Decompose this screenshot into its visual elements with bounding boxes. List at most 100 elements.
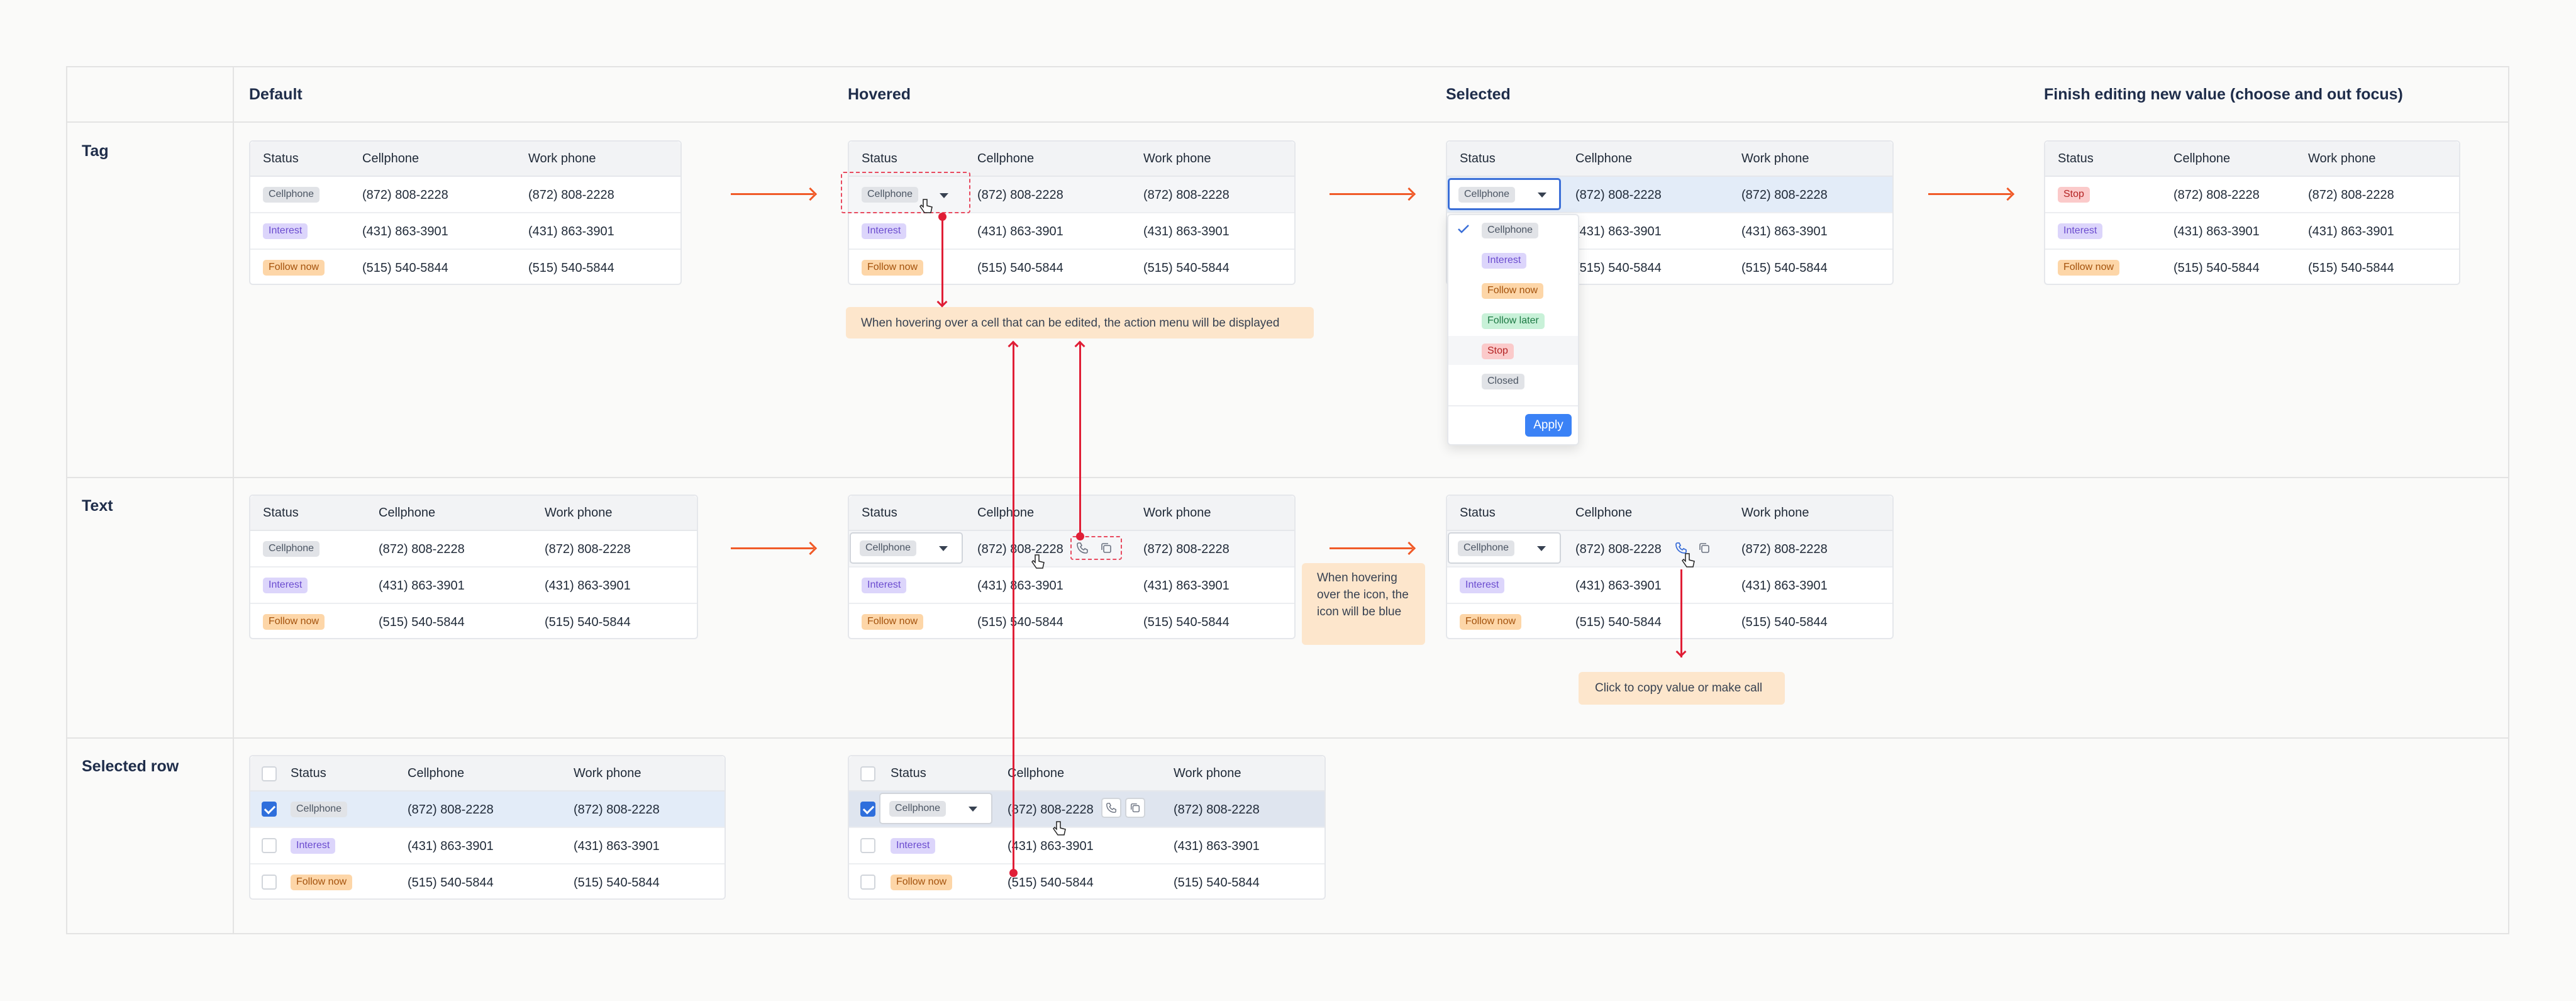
table-row[interactable]: Interest (431) 863-3901 (431) 863-3901 <box>849 828 1324 864</box>
status-tag[interactable]: Cellphone <box>263 541 320 557</box>
row-checkbox[interactable] <box>262 875 277 890</box>
cellphone-cell[interactable]: (872) 808-2228 <box>977 542 1063 557</box>
table-row[interactable]: Interest (431) 863-3901 (431) 863-3901 <box>250 213 680 250</box>
work-phone-cell[interactable]: (431) 863-3901 <box>1143 225 1230 239</box>
select-all-checkbox[interactable] <box>860 766 875 781</box>
dropdown-option[interactable]: Stop <box>1448 336 1578 365</box>
work-phone-cell[interactable]: (431) 863-3901 <box>545 579 631 593</box>
work-phone-cell[interactable]: (515) 540-5844 <box>1741 261 1828 276</box>
cellphone-cell[interactable]: (872) 808-2228 <box>362 188 448 203</box>
table-row[interactable]: Follow now (515) 540-5844 (515) 540-5844 <box>250 864 724 901</box>
dropdown-option[interactable]: Follow later <box>1448 306 1578 335</box>
table-row[interactable]: Follow now (515) 540-5844 (515) 540-5844 <box>849 250 1294 286</box>
status-select[interactable]: Cellphone <box>1448 532 1561 564</box>
status-tag[interactable]: Interest <box>862 223 907 239</box>
cellphone-cell[interactable]: (872) 808-2228 <box>1575 542 1662 557</box>
status-tag[interactable]: Cellphone <box>291 802 348 817</box>
status-tag[interactable]: Interest <box>891 838 936 854</box>
cellphone-cell[interactable]: (515) 540-5844 <box>1008 876 1094 890</box>
cellphone-cell[interactable]: (431) 863-3901 <box>379 579 465 593</box>
status-tag[interactable]: Follow now <box>263 260 325 276</box>
work-phone-cell[interactable]: (872) 808-2228 <box>1174 803 1260 817</box>
cellphone-cell[interactable]: (431) 863-3901 <box>362 225 448 239</box>
work-phone-cell[interactable]: (431) 863-3901 <box>1174 839 1260 854</box>
status-tag[interactable]: Interest <box>2058 223 2103 239</box>
status-tag[interactable]: Follow now <box>1460 614 1522 630</box>
work-phone-cell[interactable]: (515) 540-5844 <box>574 876 660 890</box>
table-row[interactable]: Follow now (515) 540-5844 (515) 540-5844 <box>250 250 680 286</box>
work-phone-cell[interactable]: (431) 863-3901 <box>2308 225 2394 239</box>
dropdown-option[interactable]: Interest <box>1448 245 1578 274</box>
cellphone-cell[interactable]: (872) 808-2228 <box>379 542 465 557</box>
work-phone-cell[interactable]: (431) 863-3901 <box>574 839 660 854</box>
cellphone-cell[interactable]: (515) 540-5844 <box>362 261 448 276</box>
work-phone-cell[interactable]: (515) 540-5844 <box>545 615 631 630</box>
table-row[interactable]: Follow now (515) 540-5844 (515) 540-5844 <box>849 864 1324 901</box>
table-row[interactable]: Interest (431) 863-3901 (431) 863-3901 <box>250 568 697 604</box>
cellphone-cell[interactable]: (872) 808-2228 <box>977 188 1063 203</box>
status-tag[interactable]: Interest <box>263 223 308 239</box>
table-row[interactable]: Interest (431) 863-3901 (431) 863-3901 <box>849 568 1294 604</box>
cellphone-cell[interactable]: (872) 808-2228 <box>1575 188 1662 203</box>
work-phone-cell[interactable]: (431) 863-3901 <box>528 225 614 239</box>
work-phone-cell[interactable]: (431) 863-3901 <box>1741 225 1828 239</box>
work-phone-cell[interactable]: (872) 808-2228 <box>574 803 660 817</box>
work-phone-cell[interactable]: (515) 540-5844 <box>1174 876 1260 890</box>
row-checkbox[interactable] <box>860 838 875 853</box>
work-phone-cell[interactable]: (431) 863-3901 <box>1741 579 1828 593</box>
cellphone-cell[interactable]: (431) 863-3901 <box>1008 839 1094 854</box>
phone-action-button[interactable] <box>1101 798 1121 818</box>
table-row[interactable]: Stop (872) 808-2228 (872) 808-2228 <box>2045 177 2459 213</box>
row-checkbox[interactable] <box>860 875 875 890</box>
cellphone-cell[interactable]: (515) 540-5844 <box>977 615 1063 630</box>
status-tag[interactable]: Interest <box>862 578 907 593</box>
table-row[interactable]: Follow now (515) 540-5844 (515) 540-5844 <box>250 604 697 640</box>
dropdown-option[interactable]: Follow now <box>1448 276 1578 305</box>
work-phone-cell[interactable]: (872) 808-2228 <box>1143 542 1230 557</box>
phone-icon[interactable] <box>1076 542 1089 554</box>
status-select[interactable]: Cellphone <box>850 532 963 564</box>
cellphone-cell[interactable]: (872) 808-2228 <box>2174 188 2260 203</box>
dropdown-option[interactable]: Closed <box>1448 366 1578 395</box>
status-tag[interactable]: Interest <box>291 838 336 854</box>
status-tag[interactable]: Follow now <box>891 875 953 890</box>
status-tag[interactable]: Follow now <box>291 875 353 890</box>
status-select[interactable]: Cellphone <box>1448 178 1561 210</box>
status-select[interactable]: Cellphone <box>879 793 992 824</box>
status-tag[interactable]: Cellphone <box>263 187 320 203</box>
work-phone-cell[interactable]: (872) 808-2228 <box>1143 188 1230 203</box>
table-row[interactable]: Interest (431) 863-3901 (431) 863-3901 <box>250 828 724 864</box>
status-tag[interactable]: Follow now <box>862 614 924 630</box>
copy-action-button[interactable] <box>1125 798 1145 818</box>
table-row[interactable]: Cellphone (872) 808-2228 (872) 808-2228 <box>250 791 724 828</box>
status-tag[interactable]: Follow now <box>263 614 325 630</box>
table-row[interactable]: Interest (431) 863-3901 (431) 863-3901 <box>1447 568 1892 604</box>
apply-button[interactable]: Apply <box>1525 414 1572 437</box>
cellphone-cell[interactable]: (872) 808-2228 <box>408 803 494 817</box>
dropdown-option[interactable]: Cellphone <box>1448 215 1578 244</box>
copy-icon[interactable] <box>1698 542 1711 554</box>
cellphone-cell[interactable]: (515) 540-5844 <box>1575 615 1662 630</box>
work-phone-cell[interactable]: (872) 808-2228 <box>1741 188 1828 203</box>
cellphone-cell[interactable]: (431) 863-3901 <box>1575 579 1662 593</box>
status-tag[interactable]: Interest <box>1460 578 1505 593</box>
cellphone-cell[interactable]: (431) 863-3901 <box>977 225 1063 239</box>
row-checkbox[interactable] <box>860 802 875 817</box>
row-checkbox[interactable] <box>262 838 277 853</box>
table-row[interactable]: Follow now (515) 540-5844 (515) 540-5844 <box>849 604 1294 640</box>
cellphone-cell[interactable]: (515) 540-5844 <box>1575 261 1662 276</box>
table-row[interactable]: Interest (431) 863-3901 (431) 863-3901 <box>2045 213 2459 250</box>
copy-icon[interactable] <box>1100 542 1113 554</box>
status-tag[interactable]: Interest <box>263 578 308 593</box>
cellphone-cell[interactable]: (431) 863-3901 <box>1575 225 1662 239</box>
work-phone-cell[interactable]: (515) 540-5844 <box>2308 261 2394 276</box>
cellphone-cell[interactable]: (431) 863-3901 <box>977 579 1063 593</box>
status-tag[interactable]: Stop <box>2058 187 2090 203</box>
cellphone-cell[interactable]: (431) 863-3901 <box>408 839 494 854</box>
work-phone-cell[interactable]: (515) 540-5844 <box>1143 261 1230 276</box>
status-tag[interactable]: Follow now <box>862 260 924 276</box>
status-tag[interactable]: Follow now <box>2058 260 2120 276</box>
cellphone-cell[interactable]: (515) 540-5844 <box>379 615 465 630</box>
work-phone-cell[interactable]: (431) 863-3901 <box>1143 579 1230 593</box>
cellphone-cell[interactable]: (515) 540-5844 <box>977 261 1063 276</box>
